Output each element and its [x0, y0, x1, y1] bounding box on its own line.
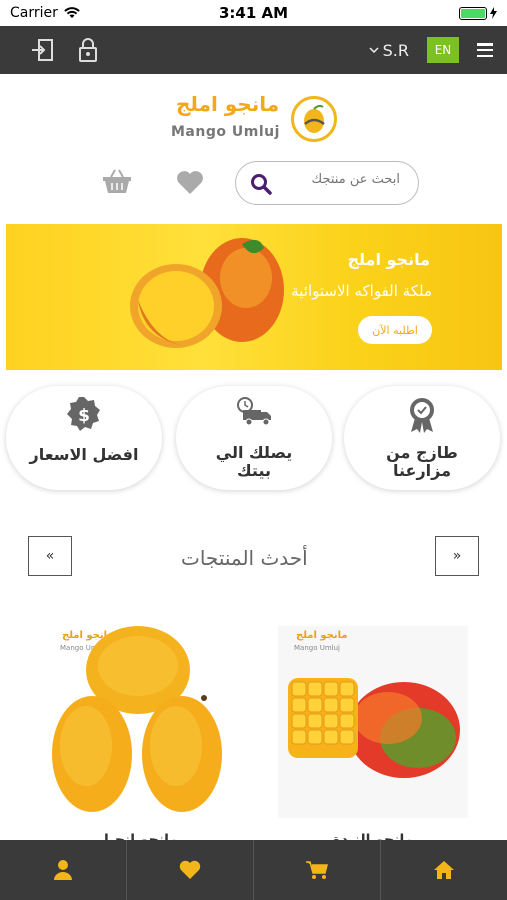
carousel-next-button[interactable]: » [435, 536, 479, 576]
chevron-down-icon [369, 47, 379, 54]
currency-selector[interactable]: S.R [369, 41, 409, 60]
language-button[interactable]: EN [427, 37, 459, 63]
product-image [52, 626, 222, 812]
feature-fresh-label: طازج من مزارعنا [386, 443, 458, 480]
mango-banner-image [130, 238, 284, 348]
promo-banner[interactable]: مانجو املج ملكة الفواكه الاستوائية اطلبه… [6, 224, 502, 370]
search-icon[interactable] [250, 173, 272, 195]
feature-prices-label: افضل الاسعار [29, 445, 139, 464]
basket-icon[interactable] [102, 168, 132, 194]
battery-icon [459, 6, 487, 20]
brand-logo[interactable]: مانجو املج Mango Umluj [0, 88, 507, 152]
top-navigation-bar: S.R EN [0, 26, 507, 74]
delivery-truck-icon [237, 397, 271, 426]
wifi-icon [64, 7, 80, 18]
tab-home[interactable] [381, 840, 507, 900]
product-logo: مانجو املج [296, 630, 348, 641]
banner-subtitle: ملكة الفواكه الاستوائية [291, 282, 432, 300]
search-box[interactable] [235, 161, 419, 205]
lock-icon[interactable] [78, 37, 98, 63]
bottom-tab-bar [0, 840, 507, 900]
award-icon [410, 398, 434, 433]
charging-icon [490, 7, 497, 19]
product-image [288, 678, 460, 778]
tab-profile[interactable] [0, 840, 127, 900]
feature-fresh: طازج من مزارعنا [344, 386, 500, 490]
feature-prices: $ افضل الاسعار [6, 386, 162, 490]
latest-products-header: « أحدث المنتجات » [0, 536, 507, 576]
svg-text:$: $ [78, 406, 90, 426]
status-bar: Carrier 3:41 AM [0, 0, 507, 26]
logo-arabic-text: مانجو املج [176, 92, 280, 116]
cart-icon [306, 861, 328, 879]
order-now-button[interactable]: اطلبه الآن [358, 316, 432, 344]
currency-label: S.R [382, 40, 409, 60]
logo-english-text: Mango Umluj [171, 124, 280, 140]
search-row [0, 160, 507, 208]
banner-title: مانجو املج [347, 250, 430, 269]
product-card[interactable]: مانجو املج Mango Umluj [46, 626, 236, 818]
logout-icon[interactable] [30, 38, 56, 62]
mango-logo-icon [291, 96, 337, 142]
status-time: 3:41 AM [218, 4, 289, 22]
section-title: أحدث المنتجات [181, 546, 308, 570]
features-row: طازج من مزارعنا يصلك الي بيتك $ افضل الا… [0, 386, 507, 490]
menu-icon[interactable] [477, 43, 493, 57]
search-input[interactable] [290, 172, 400, 187]
heart-icon [179, 860, 201, 879]
feature-delivery: يصلك الي بيتك [176, 386, 332, 490]
home-icon [434, 861, 454, 879]
tab-favorites[interactable] [127, 840, 254, 900]
carrier-label: Carrier [10, 5, 58, 21]
tab-cart[interactable] [254, 840, 381, 900]
carousel-prev-button[interactable]: « [28, 536, 72, 576]
favorites-heart-icon[interactable] [176, 170, 204, 195]
dollar-badge-icon: $ [67, 397, 100, 431]
feature-delivery-label: يصلك الي بيتك [215, 443, 293, 480]
user-icon [54, 860, 72, 880]
product-card[interactable]: مانجو املج Mango Umluj [278, 626, 468, 818]
